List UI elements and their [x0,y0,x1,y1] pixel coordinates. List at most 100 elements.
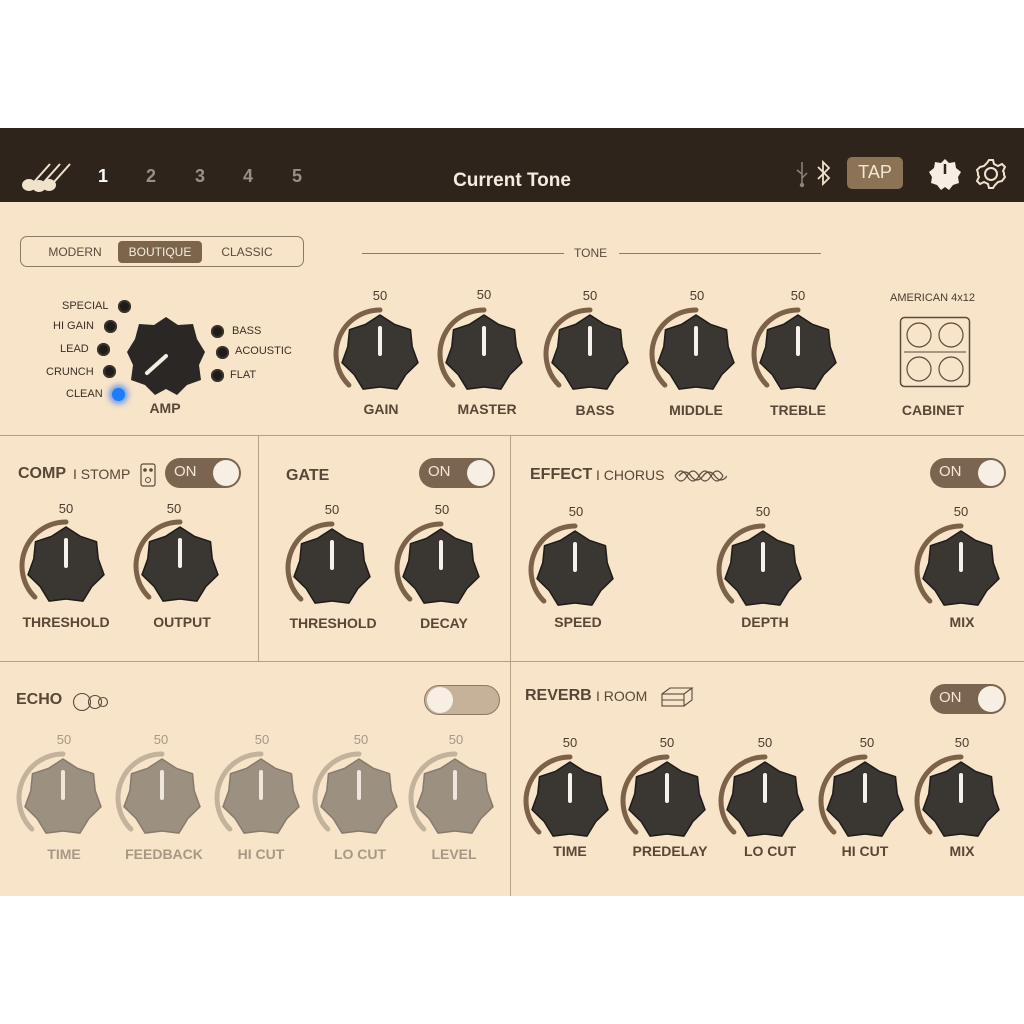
cabinet-name: AMERICAN 4x12 [890,292,975,304]
mode-led-hi-gain[interactable] [104,320,117,333]
mode-label-special: SPECIAL [62,300,109,312]
amp-style-selector: MODERN BOUTIQUE CLASSIC [20,236,304,267]
knob-value: 50 [659,735,675,750]
effect-toggle[interactable]: ON [930,458,1006,488]
knob-value: 50 [953,504,969,519]
mode-label-bass: BASS [232,325,262,337]
knob-echo-time[interactable] [15,750,111,846]
mode-label-clean: CLEAN [66,388,103,400]
knob-label: DECAY [420,615,468,631]
knob-effect-speed[interactable] [527,522,623,618]
knob-reverb-time[interactable] [522,753,618,849]
stomp-icon [140,463,156,487]
knob-value: 50 [790,288,806,303]
mode-led-lead[interactable] [97,343,110,356]
knob-reverb-mix[interactable] [913,753,1009,849]
section-divider [0,661,1024,662]
knob-gate-decay[interactable] [393,520,489,616]
mode-led-acoustic[interactable] [216,346,229,359]
toggle-thumb [978,686,1004,712]
knob-value: 50 [755,504,771,519]
comp-type: I STOMP [73,466,131,482]
echo-title: ECHO [16,691,63,708]
knob-value: 50 [58,501,74,516]
knob-middle[interactable] [648,306,744,402]
knob-value: 50 [562,735,578,750]
toggle-label: ON [939,463,962,480]
knob-bass[interactable] [542,306,638,402]
knob-value: 50 [353,732,369,747]
style-classic[interactable]: CLASSIC [209,241,285,263]
knob-value: 50 [153,732,169,747]
knob-value: 50 [568,504,584,519]
toggle-label: ON [428,463,451,480]
style-modern[interactable]: MODERN [37,241,113,263]
knob-value: 50 [324,502,340,517]
tone-label: TONE [574,246,608,260]
knob-gate-threshold[interactable] [284,520,380,616]
knob-value: 50 [56,732,72,747]
section-divider [258,436,259,661]
knob-treble[interactable] [750,306,846,402]
knob-reverb-hi-cut[interactable] [817,753,913,849]
knob-echo-lo-cut[interactable] [311,750,407,846]
tuner-icon[interactable] [928,157,962,191]
toggle-thumb [978,460,1004,486]
section-divider [0,435,1024,436]
knob-label: GAIN [363,401,399,417]
comp-toggle[interactable]: ON [165,458,241,488]
echo-toggle[interactable] [424,685,500,715]
mode-led-special[interactable] [118,300,131,313]
knob-label: MIX [949,843,975,859]
knob-label: SPEED [554,614,602,630]
mode-led-crunch[interactable] [103,365,116,378]
tap-button[interactable]: TAP [847,157,903,189]
mode-label-acoustic: ACOUSTIC [235,345,292,357]
knob-comp-output[interactable] [132,518,228,614]
knob-label: MIX [949,614,975,630]
comp-title: COMP [18,465,66,482]
knob-value: 50 [859,735,875,750]
effect-type: I CHORUS [596,467,665,483]
knob-echo-feedback[interactable] [114,750,210,846]
tone-divider-right [619,253,821,254]
bluetooth-icon[interactable] [815,159,833,187]
knob-label: DEPTH [741,614,789,630]
knob-value: 50 [448,732,464,747]
amp-mode-knob[interactable] [125,315,207,397]
reverb-title: REVERB [525,687,592,704]
knob-value: 50 [689,288,705,303]
knob-comp-threshold[interactable] [18,518,114,614]
knob-value: 50 [434,502,450,517]
gear-icon[interactable] [974,157,1008,191]
knob-label: THRESHOLD [289,615,377,631]
knob-label: LEVEL [431,846,477,862]
gate-toggle[interactable]: ON [419,458,495,488]
knob-reverb-lo-cut[interactable] [717,753,813,849]
style-boutique[interactable]: BOUTIQUE [118,241,202,263]
knob-value: 50 [954,735,970,750]
knob-label: THRESHOLD [22,614,110,630]
mode-label-flat: FLAT [230,369,257,381]
knob-gain[interactable] [332,306,428,402]
knob-label: TREBLE [770,402,826,418]
effect-title: EFFECT [530,466,593,483]
knob-label: MASTER [457,401,517,417]
mode-led-flat[interactable] [211,369,224,382]
toggle-thumb [467,460,493,486]
tone-divider-left [362,253,564,254]
chorus-wave-icon [674,470,727,482]
toggle-label: ON [174,463,197,480]
reverb-toggle[interactable]: ON [930,684,1006,714]
knob-effect-mix[interactable] [913,522,1009,618]
toggle-thumb [427,687,453,713]
mode-led-bass[interactable] [211,325,224,338]
knob-echo-hi-cut[interactable] [213,750,309,846]
cabinet-icon[interactable] [899,316,971,388]
knob-value: 50 [372,288,388,303]
knob-effect-depth[interactable] [715,522,811,618]
knob-echo-level[interactable] [407,750,503,846]
knob-master[interactable] [436,306,532,402]
cabinet-label: CABINET [901,402,965,418]
knob-reverb-predelay[interactable] [619,753,715,849]
